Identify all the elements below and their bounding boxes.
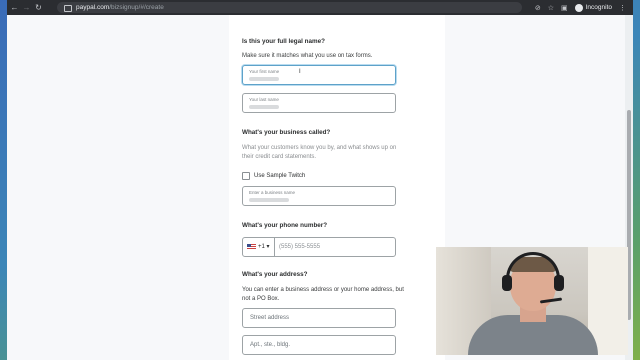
address-helper: You can enter a business address or your… xyxy=(242,287,404,302)
back-arrow-icon[interactable]: ← xyxy=(10,3,19,12)
profile-icon xyxy=(574,3,583,12)
reload-icon[interactable]: ↻ xyxy=(34,3,43,12)
headset-left-earcup xyxy=(502,275,512,291)
chevron-down-icon: ▾ xyxy=(266,244,270,250)
star-icon[interactable]: ☆ xyxy=(548,4,554,12)
first-name-field[interactable]: Your first name I xyxy=(242,65,396,85)
browser-toolbar: ← → ↻ paypal.com/bizsignup/#/create ⊘ ☆ … xyxy=(7,0,633,15)
business-name-field[interactable]: Enter a business name xyxy=(242,186,396,206)
business-question: What's your business called? xyxy=(242,129,331,136)
legal-name-question: Is this your full legal name? xyxy=(242,38,325,45)
last-name-field[interactable]: Your last name xyxy=(242,93,396,113)
phone-question: What's your phone number? xyxy=(242,222,328,229)
phone-divider xyxy=(274,238,275,256)
eye-off-icon[interactable]: ⊘ xyxy=(535,4,541,12)
us-flag-icon[interactable] xyxy=(247,244,256,250)
kebab-menu-icon[interactable]: ⋮ xyxy=(619,4,626,12)
signup-form: Is this your full legal name? Make sure … xyxy=(229,15,445,360)
sidebar-icon[interactable]: ▣ xyxy=(561,4,568,12)
business-name-value xyxy=(249,198,289,202)
first-name-label: Your first name xyxy=(249,69,280,74)
phone-field[interactable]: +1 ▾ (555) 555-5555 xyxy=(242,237,396,257)
apt-field[interactable]: Apt., ste., bldg. xyxy=(242,335,396,355)
url-path: /bizsignup/#/create xyxy=(109,4,164,11)
sample-twitch-label[interactable]: Use Sample Twitch xyxy=(254,173,305,179)
last-name-label: Your last name xyxy=(249,97,279,102)
headset-band xyxy=(506,252,560,282)
country-code-value: +1 xyxy=(258,244,265,250)
street-address-field[interactable]: Street address xyxy=(242,308,396,328)
first-name-value xyxy=(249,77,279,81)
forward-arrow-icon[interactable]: → xyxy=(22,3,31,12)
address-question: What's your address? xyxy=(242,271,308,278)
text-cursor-icon: I xyxy=(299,69,301,75)
webcam-overlay xyxy=(436,247,628,355)
address-bar[interactable]: paypal.com/bizsignup/#/create xyxy=(57,2,522,13)
headset-right-earcup xyxy=(554,275,564,291)
lock-icon[interactable] xyxy=(64,5,72,12)
sample-twitch-checkbox[interactable] xyxy=(242,172,250,180)
profile-label: Incognito xyxy=(585,4,612,11)
url-domain: paypal.com xyxy=(76,4,110,11)
country-code-select[interactable]: +1 ▾ xyxy=(258,243,270,250)
apt-placeholder: Apt., ste., bldg. xyxy=(250,342,291,348)
business-name-label: Enter a business name xyxy=(249,190,296,195)
business-helper: What your customers know you by, and wha… xyxy=(242,145,397,160)
incognito-profile-button[interactable]: Incognito xyxy=(574,3,612,12)
last-name-value xyxy=(249,105,279,109)
street-address-placeholder: Street address xyxy=(250,315,290,321)
legal-name-helper: Make sure it matches what you use on tax… xyxy=(242,53,373,59)
phone-placeholder: (555) 555-5555 xyxy=(279,244,321,250)
